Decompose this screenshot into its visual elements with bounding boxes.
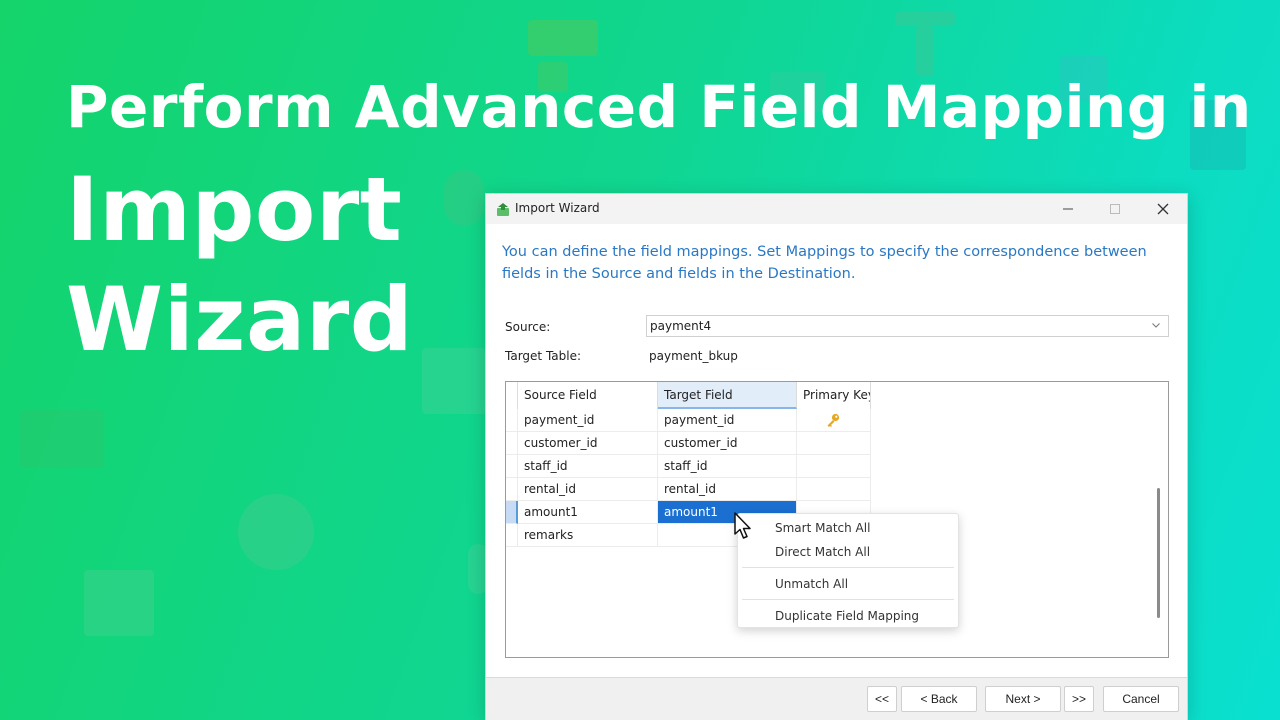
target-field-cell[interactable]: customer_id — [658, 432, 797, 455]
row-header[interactable] — [506, 432, 518, 455]
row-header[interactable] — [506, 455, 518, 478]
primary-key-cell[interactable] — [797, 455, 871, 478]
grid-header: Source Field Target Field Primary Key — [506, 382, 871, 409]
target-field-cell[interactable]: payment_id — [658, 409, 797, 432]
row-header[interactable] — [506, 409, 518, 432]
source-field-cell[interactable]: staff_id — [518, 455, 658, 478]
menu-item-smart-match-all[interactable]: Smart Match All — [775, 521, 870, 535]
row-header[interactable] — [506, 524, 518, 547]
window-title: Import Wizard — [515, 201, 600, 215]
grid-scrollbar[interactable] — [1157, 488, 1160, 618]
bg-shape — [916, 26, 934, 76]
menu-separator — [742, 567, 954, 568]
primary-key-cell[interactable] — [797, 478, 871, 501]
primary-key-cell[interactable] — [797, 432, 871, 455]
column-header-source-field[interactable]: Source Field — [518, 382, 658, 409]
primary-key-cell[interactable] — [797, 409, 871, 432]
bg-shape — [238, 494, 314, 570]
chevron-down-icon — [1152, 323, 1160, 328]
source-select-value: payment4 — [650, 319, 712, 333]
row-header[interactable] — [506, 478, 518, 501]
source-field-cell[interactable]: rental_id — [518, 478, 658, 501]
menu-item-direct-match-all[interactable]: Direct Match All — [775, 545, 870, 559]
source-select[interactable]: payment4 — [646, 315, 1169, 337]
table-row[interactable]: staff_id staff_id — [506, 455, 871, 478]
bg-shape — [528, 20, 598, 56]
bg-shape — [422, 348, 486, 414]
bg-shape — [84, 570, 154, 636]
table-row[interactable]: customer_id customer_id — [506, 432, 871, 455]
back-button[interactable]: < Back — [901, 686, 977, 712]
column-header-primary-key[interactable]: Primary Key — [797, 382, 871, 409]
table-row[interactable]: rental_id rental_id — [506, 478, 871, 501]
table-row[interactable]: payment_id payment_id — [506, 409, 871, 432]
headline-line-3: Wizard — [66, 268, 414, 371]
column-header-target-field[interactable]: Target Field — [658, 382, 797, 409]
maximize-icon — [1110, 204, 1120, 214]
instructions-text: You can define the field mappings. Set M… — [502, 244, 1147, 282]
bg-shape — [444, 170, 484, 226]
row-header-corner — [506, 382, 518, 409]
minimize-button[interactable] — [1045, 194, 1091, 224]
source-label: Source: — [505, 320, 551, 334]
target-table-value: payment_bkup — [649, 349, 738, 363]
first-page-button[interactable]: << — [867, 686, 897, 712]
import-wizard-window: Import Wizard You can define the field m… — [485, 193, 1188, 720]
source-field-cell[interactable]: payment_id — [518, 409, 658, 432]
menu-item-unmatch-all[interactable]: Unmatch All — [775, 577, 848, 591]
menu-separator — [742, 599, 954, 600]
headline-line-2: Import — [66, 158, 403, 261]
source-field-cell[interactable]: amount1 — [518, 501, 658, 524]
cancel-button[interactable]: Cancel — [1103, 686, 1179, 712]
source-field-cell[interactable]: remarks — [518, 524, 658, 547]
app-icon — [497, 203, 509, 216]
context-menu: Smart Match All Direct Match All Unmatch… — [737, 513, 959, 628]
close-icon — [1157, 203, 1169, 215]
maximize-button[interactable] — [1092, 194, 1138, 224]
last-page-button[interactable]: >> — [1064, 686, 1094, 712]
source-field-cell[interactable]: customer_id — [518, 432, 658, 455]
next-button[interactable]: Next > — [985, 686, 1061, 712]
target-field-cell[interactable]: staff_id — [658, 455, 797, 478]
target-table-label: Target Table: — [505, 349, 582, 363]
bg-shape — [895, 12, 955, 26]
headline-line-1: Perform Advanced Field Mapping in — [66, 73, 1252, 141]
bg-shape — [20, 410, 104, 468]
close-button[interactable] — [1140, 194, 1186, 224]
target-field-cell[interactable]: rental_id — [658, 478, 797, 501]
key-icon — [827, 413, 840, 427]
minimize-icon — [1063, 208, 1073, 210]
wizard-footer: << < Back Next > >> Cancel — [486, 677, 1187, 720]
mouse-cursor-icon — [734, 512, 751, 539]
menu-item-duplicate-field-mapping[interactable]: Duplicate Field Mapping — [775, 609, 919, 623]
title-bar[interactable]: Import Wizard — [486, 194, 1187, 224]
row-header-current[interactable] — [506, 501, 518, 524]
